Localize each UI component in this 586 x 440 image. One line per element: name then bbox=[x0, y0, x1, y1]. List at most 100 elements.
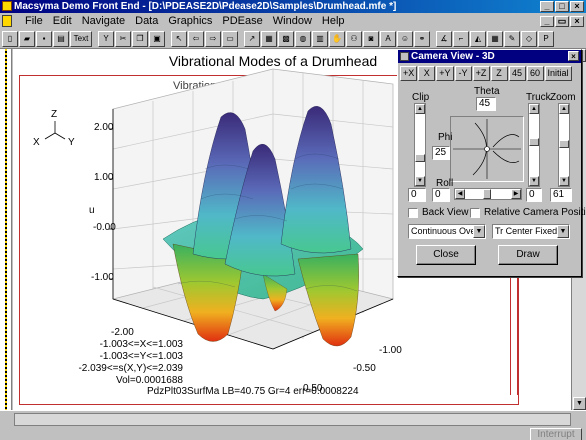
a-icon[interactable]: A bbox=[380, 30, 396, 47]
hand-icon[interactable]: ✋ bbox=[329, 30, 345, 47]
view-z-button[interactable]: Z bbox=[490, 66, 508, 81]
view-x-button[interactable]: X bbox=[418, 66, 436, 81]
window-title: Macsyma Demo Front End - [D:\PDEASE2D\Pd… bbox=[14, 1, 397, 12]
graph-icon[interactable]: ▥ bbox=[312, 30, 328, 47]
theta-field[interactable]: 45 bbox=[476, 97, 496, 111]
clip-slider-thumb[interactable] bbox=[415, 154, 425, 162]
menu-data[interactable]: Data bbox=[130, 14, 163, 28]
menu-edit[interactable]: Edit bbox=[48, 14, 77, 28]
clip-field[interactable]: 0 bbox=[408, 188, 426, 202]
new-file-icon[interactable]: ▯ bbox=[2, 30, 18, 47]
surface-icon[interactable]: ◭ bbox=[470, 30, 486, 47]
slider-down-icon[interactable]: ▼ bbox=[529, 176, 539, 186]
camera-dialog-title-bar[interactable]: Camera View - 3D × bbox=[398, 50, 581, 63]
z-tick-label: -0.00 bbox=[93, 222, 116, 233]
pointer2-icon[interactable]: ↗ bbox=[244, 30, 260, 47]
plot-a-icon[interactable]: ∡ bbox=[436, 30, 452, 47]
phi-field[interactable]: 25 bbox=[432, 146, 450, 160]
app-icon[interactable] bbox=[2, 1, 12, 11]
relative-camera-label: Relative Camera Position bbox=[484, 207, 586, 218]
roll-slider[interactable]: ◀ ▶ bbox=[454, 188, 522, 200]
view-icon[interactable]: ▩ bbox=[278, 30, 294, 47]
view-plus-z-button[interactable]: +Z bbox=[472, 66, 490, 81]
menu-bar: File Edit Navigate Data Graphics PDEase … bbox=[0, 13, 586, 29]
plot-icon[interactable]: ▦ bbox=[261, 30, 277, 47]
mode-select-value: Continuous Overl bbox=[411, 226, 481, 236]
chevron-down-icon[interactable]: ▼ bbox=[473, 225, 485, 238]
menu-help[interactable]: Help bbox=[317, 14, 350, 28]
menu-pdease[interactable]: PDEase bbox=[217, 14, 267, 28]
scroll-down-icon[interactable]: ▼ bbox=[573, 397, 586, 410]
menu-window[interactable]: Window bbox=[268, 14, 317, 28]
chevron-down-icon[interactable]: ▼ bbox=[557, 225, 569, 238]
view-initial-button[interactable]: Initial bbox=[544, 66, 572, 81]
orientation-gimbal[interactable] bbox=[450, 116, 524, 182]
back-arrow-icon[interactable]: ⇦ bbox=[188, 30, 204, 47]
doc-close-button[interactable]: × bbox=[570, 15, 584, 27]
slider-up-icon[interactable]: ▲ bbox=[415, 104, 425, 114]
menu-navigate[interactable]: Navigate bbox=[77, 14, 130, 28]
view-plus-x-button[interactable]: +X bbox=[400, 66, 418, 81]
mode-select[interactable]: Continuous Overl ▼ bbox=[408, 224, 486, 239]
doc-minimize-button[interactable]: _ bbox=[540, 15, 554, 27]
camera-icon[interactable]: ◙ bbox=[363, 30, 379, 47]
back-view-checkbox[interactable] bbox=[408, 208, 418, 218]
stairs-icon[interactable]: ⌐ bbox=[453, 30, 469, 47]
menu-file[interactable]: File bbox=[20, 14, 48, 28]
calculator-icon[interactable]: ▦ bbox=[487, 30, 503, 47]
view-minus-y-button[interactable]: -Y bbox=[454, 66, 472, 81]
clip-slider[interactable]: ▲ ▼ bbox=[414, 103, 426, 187]
cut-icon[interactable]: ✂ bbox=[115, 30, 131, 47]
insert-icon[interactable]: ▭ bbox=[222, 30, 238, 47]
text-button[interactable]: Text bbox=[70, 30, 92, 47]
eraser-icon[interactable]: ◇ bbox=[521, 30, 537, 47]
camera-close-icon[interactable]: × bbox=[568, 51, 579, 61]
relative-camera-checkbox[interactable] bbox=[470, 208, 480, 218]
zoom-slider[interactable]: ▲ ▼ bbox=[558, 103, 570, 187]
globe-icon[interactable]: ◍ bbox=[295, 30, 311, 47]
print-icon[interactable]: ▤ bbox=[53, 30, 69, 47]
interrupt-button[interactable]: Interrupt bbox=[530, 428, 582, 440]
slider-down-icon[interactable]: ▼ bbox=[559, 176, 569, 186]
close-camera-button[interactable]: Close bbox=[416, 245, 476, 265]
walk-icon[interactable]: ⚇ bbox=[346, 30, 362, 47]
draw-button[interactable]: Draw bbox=[498, 245, 558, 265]
truck-field[interactable]: 0 bbox=[526, 188, 542, 202]
horizontal-scrollbar[interactable] bbox=[14, 413, 571, 426]
slider-down-icon[interactable]: ▼ bbox=[415, 176, 425, 186]
maximize-button[interactable]: □ bbox=[555, 1, 569, 12]
forward-arrow-icon[interactable]: ⇨ bbox=[205, 30, 221, 47]
view-60-button[interactable]: 60 bbox=[526, 66, 544, 81]
paste-icon[interactable]: ▣ bbox=[149, 30, 165, 47]
pair-icon[interactable]: ⚭ bbox=[414, 30, 430, 47]
p-button[interactable]: P bbox=[538, 30, 554, 47]
system-menu-icon[interactable] bbox=[400, 52, 409, 61]
pen-icon[interactable]: ✎ bbox=[504, 30, 520, 47]
center-select[interactable]: Tr Center Fixed ▼ bbox=[492, 224, 570, 239]
view-plus-y-button[interactable]: +Y bbox=[436, 66, 454, 81]
zoom-slider-thumb[interactable] bbox=[559, 140, 569, 148]
face-icon[interactable]: ☺ bbox=[397, 30, 413, 47]
minimize-button[interactable]: _ bbox=[540, 1, 554, 12]
range-line: -2.039<=s(X,Y)<=2.039 bbox=[78, 363, 183, 374]
truck-slider-thumb[interactable] bbox=[529, 138, 539, 146]
open-file-icon[interactable]: ▰ bbox=[19, 30, 35, 47]
slider-up-icon[interactable]: ▲ bbox=[529, 104, 539, 114]
slider-right-icon[interactable]: ▶ bbox=[511, 189, 521, 199]
y-icon[interactable]: Y bbox=[98, 30, 114, 47]
view-45-button[interactable]: 45 bbox=[508, 66, 526, 81]
roll-field[interactable]: 0 bbox=[432, 188, 450, 202]
copy-icon[interactable]: ❐ bbox=[132, 30, 148, 47]
document-icon[interactable] bbox=[2, 15, 12, 27]
truck-slider[interactable]: ▲ ▼ bbox=[528, 103, 540, 187]
save-icon[interactable]: ▪ bbox=[36, 30, 52, 47]
slider-left-icon[interactable]: ◀ bbox=[455, 189, 465, 199]
close-button[interactable]: × bbox=[570, 1, 584, 12]
doc-restore-button[interactable]: ▭ bbox=[555, 15, 569, 27]
zoom-field[interactable]: 61 bbox=[550, 188, 572, 202]
roll-slider-thumb[interactable] bbox=[483, 189, 491, 199]
menu-graphics[interactable]: Graphics bbox=[163, 14, 217, 28]
left-ruler bbox=[0, 49, 12, 410]
pointer-icon[interactable]: ↖ bbox=[171, 30, 187, 47]
slider-up-icon[interactable]: ▲ bbox=[559, 104, 569, 114]
